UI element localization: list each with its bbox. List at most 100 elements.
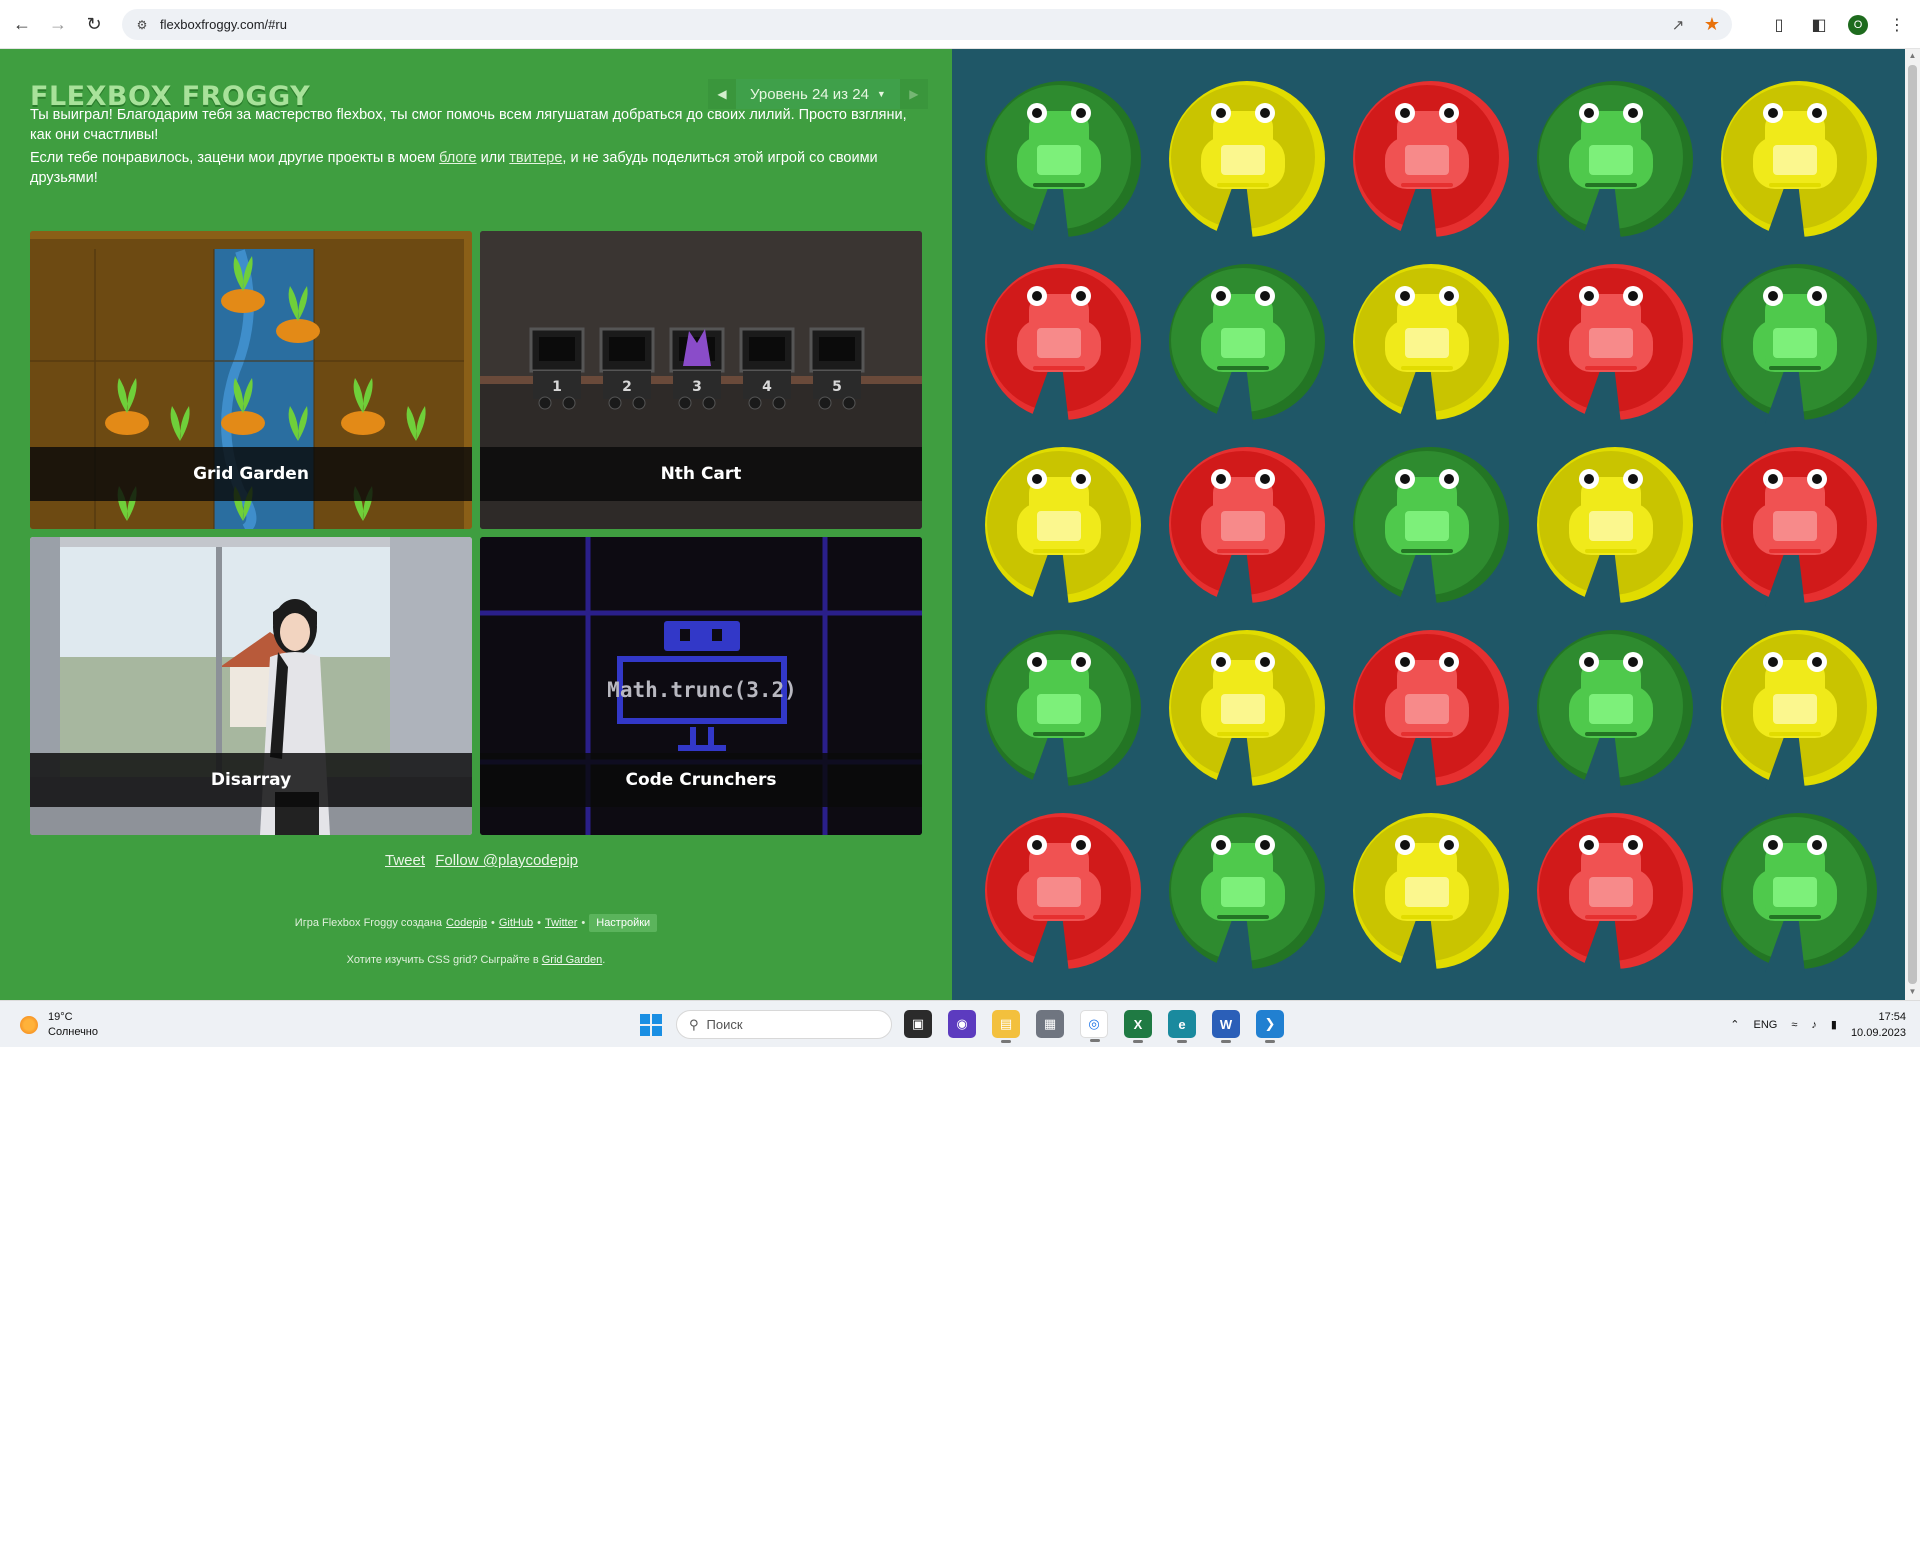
codepip-link[interactable]: Codepip [446,917,487,929]
card-code-crunchers[interactable]: Math.trunc(3.2) Code Crunchers [480,537,922,835]
taskbar-search[interactable]: ⚲ Поиск [676,1010,892,1039]
frog-icon [1569,286,1653,372]
file-explorer-icon[interactable]: ▤ [992,1010,1020,1043]
app-purple-icon[interactable]: ◉ [948,1010,976,1038]
project-cards: Grid Garden 12345 Nth Cart Disarray Math… [30,231,923,839]
volume-icon[interactable]: ♪ [1811,1019,1817,1031]
empty-area [0,1047,1920,1552]
blog-link[interactable]: блоге [439,150,476,166]
social-links: Tweet Follow @playcodepip [385,852,584,869]
frog-on-lilypad [1537,630,1693,790]
extensions-icon[interactable]: ▯ [1768,14,1790,36]
frog-icon [1753,652,1837,738]
frog-icon [1569,652,1653,738]
calculator-icon[interactable]: ▦ [1036,1010,1064,1038]
mine-cart: 4 [739,327,795,410]
frog-on-lilypad [1169,264,1325,424]
scrollbar-thumb[interactable] [1908,65,1917,984]
cart-number: 1 [552,379,562,395]
cart-number: 2 [622,379,632,395]
frog-on-lilypad [1537,81,1693,241]
follow-link[interactable]: Follow @playcodepip [435,852,578,869]
frog-on-lilypad [1537,447,1693,607]
chrome-icon[interactable]: ◎ [1080,1010,1108,1042]
credits-prefix: Игра Flexbox Froggy создана [294,917,443,929]
url-text[interactable]: flexboxfroggy.com/#ru [160,17,287,32]
frog-on-lilypad [1169,447,1325,607]
wifi-icon[interactable]: ≈ [1791,1019,1797,1031]
card-title: Code Crunchers [480,753,922,807]
scroll-up-icon[interactable]: ▲ [1908,51,1917,61]
battery-icon[interactable]: ▮ [1831,1018,1837,1031]
frog-on-lilypad [985,447,1141,607]
address-bar[interactable]: ⚙ flexboxfroggy.com/#ru ↗ ★ [122,9,1732,40]
search-placeholder: Поиск [706,1017,743,1032]
weather-widget[interactable]: 19°C Солнечно [20,1010,98,1040]
reload-icon[interactable]: ↻ [80,10,108,38]
frog-icon [1753,835,1837,921]
frog-on-lilypad [1353,630,1509,790]
page-scrollbar[interactable]: ▲ ▼ [1905,49,1920,1000]
frog-on-lilypad [1721,264,1877,424]
language-indicator[interactable]: ENG [1753,1019,1777,1031]
excel-icon[interactable]: X [1124,1010,1152,1043]
twitter-footer-link[interactable]: Twitter [545,917,577,929]
site-settings-icon[interactable]: ⚙ [134,17,150,33]
clock-time: 17:54 [1878,1010,1906,1023]
frog-on-lilypad [1169,630,1325,790]
weather-temp: 19°C [48,1011,73,1023]
frog-icon [1201,835,1285,921]
chevron-up-icon[interactable]: ⌃ [1730,1018,1739,1031]
github-link[interactable]: GitHub [499,917,533,929]
frog-on-lilypad [985,81,1141,241]
frog-on-lilypad [1721,813,1877,973]
separator: • [491,917,495,929]
pond-svg [985,81,1877,973]
menu-kebab-icon[interactable]: ⋮ [1886,14,1908,36]
pond-board [952,49,1905,1000]
frog-icon [1201,469,1285,555]
taskbar-apps: ▣ ◉ ▤ ▦ ◎ X e W ❯ [904,1010,1284,1043]
frog-icon [1017,652,1101,738]
windows-start-icon[interactable] [640,1014,662,1036]
frog-icon [1569,469,1653,555]
frog-icon [1753,286,1837,372]
mine-cart: 3 [669,327,725,410]
frog-on-lilypad [1353,264,1509,424]
frog-on-lilypad [1353,447,1509,607]
frog-on-lilypad [985,813,1141,973]
instructions-pane: FLEXBOX FROGGY ◀ Уровень 24 из 24 ▼ ▶ Ты… [0,49,952,1000]
frog-icon [1385,835,1469,921]
scroll-down-icon[interactable]: ▼ [1908,987,1917,997]
forward-icon[interactable]: → [44,10,72,38]
back-icon[interactable]: ← [8,10,36,38]
frog-on-lilypad [985,264,1141,424]
code-snippet: Math.trunc(3.2) [607,678,797,702]
card-nth-cart[interactable]: 1 2 3 4 5 Nth Cart [480,231,922,529]
frog-icon [1753,469,1837,555]
bookmark-star-icon[interactable]: ★ [1702,14,1722,35]
word-icon[interactable]: W [1212,1010,1240,1043]
frog-on-lilypad [1721,447,1877,607]
side-panel-icon[interactable]: ◧ [1808,14,1830,36]
grid-garden-link[interactable]: Grid Garden [542,954,603,966]
card-grid-garden[interactable]: Grid Garden [30,231,472,529]
card-disarray[interactable]: Disarray [30,537,472,835]
frog-icon [1385,652,1469,738]
tweet-link[interactable]: Tweet [385,852,425,869]
twitter-link[interactable]: твитере [509,150,562,166]
frog-icon [1569,835,1653,921]
clock[interactable]: 17:54 10.09.2023 [1851,1009,1906,1041]
sun-icon [20,1016,38,1034]
vscode-icon[interactable]: ❯ [1256,1010,1284,1043]
edge-icon[interactable]: e [1168,1010,1196,1043]
settings-button[interactable]: Настройки [589,914,658,932]
task-view-icon[interactable]: ▣ [904,1010,932,1038]
frog-on-lilypad [1169,813,1325,973]
profile-avatar[interactable]: O [1848,14,1868,35]
learn-grid-note: Хотите изучить CSS grid? Сыграйте в Grid… [0,954,952,966]
mine-cart: 5 [809,327,865,410]
share-icon[interactable]: ↗ [1668,15,1688,35]
search-icon: ⚲ [689,1016,699,1032]
weather-desc: Солнечно [48,1026,98,1038]
